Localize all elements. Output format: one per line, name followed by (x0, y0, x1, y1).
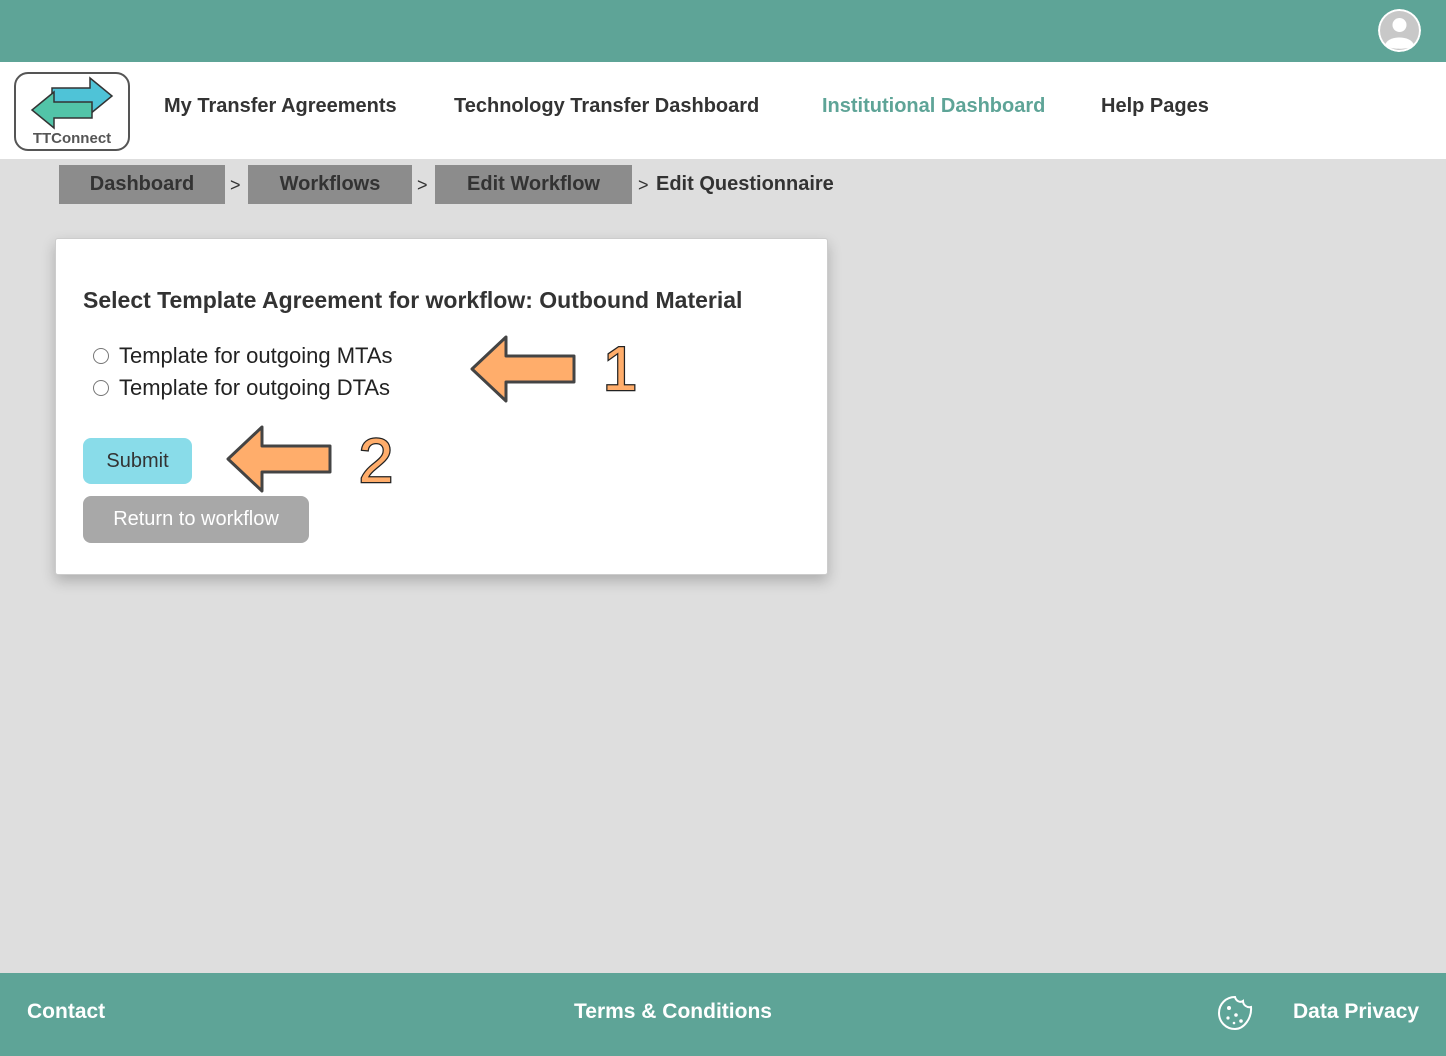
option-label: Template for outgoing DTAs (119, 375, 391, 400)
breadcrumb-separator: > (638, 175, 649, 195)
main-navbar: TTConnect My Transfer Agreements Technol… (0, 62, 1446, 159)
transfer-arrows-icon (30, 76, 114, 130)
breadcrumb-dashboard[interactable]: Dashboard (59, 165, 225, 204)
footer-contact-link[interactable]: Contact (27, 1000, 105, 1024)
logo-text: TTConnect (32, 130, 112, 147)
breadcrumb-separator: > (230, 175, 241, 195)
option-outgoing-mtas[interactable]: Template for outgoing MTAs (93, 342, 393, 370)
annotation-arrow-icon (226, 425, 332, 493)
option-label: Template for outgoing MTAs (119, 343, 393, 368)
footer-data-privacy-link[interactable]: Data Privacy (1293, 1000, 1419, 1024)
ttconnect-logo[interactable]: TTConnect (14, 72, 130, 151)
return-to-workflow-button[interactable]: Return to workflow (83, 496, 309, 543)
breadcrumb-workflows[interactable]: Workflows (248, 165, 412, 204)
nav-institutional-dashboard[interactable]: Institutional Dashboard (822, 95, 1045, 118)
radio-button[interactable] (93, 348, 109, 364)
breadcrumb-separator: > (417, 175, 428, 195)
annotation-number-2: 2 (358, 430, 395, 486)
breadcrumb-current: Edit Questionnaire (656, 173, 834, 195)
nav-help-pages[interactable]: Help Pages (1101, 95, 1209, 118)
card-title: Select Template Agreement for workflow: … (83, 287, 743, 313)
top-bar (0, 0, 1446, 62)
annotation-number-1: 1 (602, 340, 639, 396)
option-outgoing-dtas[interactable]: Template for outgoing DTAs (93, 374, 390, 402)
nav-technology-transfer-dashboard[interactable]: Technology Transfer Dashboard (454, 95, 759, 118)
annotation-arrow-icon (470, 335, 576, 403)
submit-button[interactable]: Submit (83, 438, 192, 484)
cookie-icon[interactable] (1216, 994, 1254, 1032)
radio-button[interactable] (93, 380, 109, 396)
user-avatar-icon[interactable] (1378, 9, 1421, 52)
footer-terms-link[interactable]: Terms & Conditions (574, 1000, 772, 1024)
breadcrumb-edit-workflow[interactable]: Edit Workflow (435, 165, 632, 204)
nav-my-transfer-agreements[interactable]: My Transfer Agreements (164, 95, 397, 118)
svg-text:1: 1 (603, 340, 637, 396)
svg-text:2: 2 (359, 430, 393, 486)
template-selection-card: Select Template Agreement for workflow: … (55, 238, 828, 575)
footer: Contact Terms & Conditions Data Privacy (0, 973, 1446, 1056)
